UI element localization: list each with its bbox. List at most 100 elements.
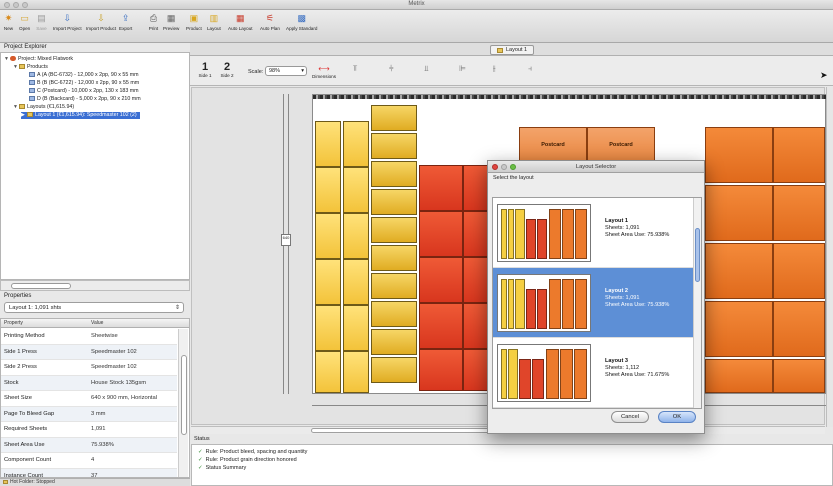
product-instance[interactable]: [315, 213, 341, 259]
product-instance[interactable]: [419, 349, 463, 391]
tree-product-item[interactable]: B (B (BC-6722) - 12,000 x 2pp, 90 x 55 m…: [29, 80, 139, 87]
scrollbar-thumb[interactable]: [11, 283, 71, 289]
cancel-button[interactable]: Cancel: [611, 411, 649, 423]
align-right-button[interactable]: ⫞: [528, 64, 532, 74]
side-2-button[interactable]: 2 Side 2: [219, 61, 235, 78]
product-instance[interactable]: [343, 351, 369, 393]
ok-button[interactable]: OK: [658, 411, 696, 423]
product-instance[interactable]: [419, 211, 463, 257]
product-instance[interactable]: [705, 243, 773, 299]
product-button[interactable]: ▣ Product: [186, 13, 202, 31]
product-instance[interactable]: [419, 303, 463, 349]
export-button[interactable]: ⇪ Export: [119, 13, 132, 31]
layout-button[interactable]: ▥ Layout: [207, 13, 221, 31]
table-row[interactable]: Required Sheets 1,091: [1, 422, 177, 438]
new-button[interactable]: ✷ New: [3, 13, 14, 31]
product-instance[interactable]: [371, 357, 417, 383]
product-instance[interactable]: [343, 259, 369, 305]
product-instance[interactable]: [343, 167, 369, 213]
product-instance[interactable]: [773, 127, 825, 183]
table-row[interactable]: Side 2 Press Speedmaster 102: [1, 360, 177, 376]
table-row[interactable]: Component Count 4: [1, 453, 177, 469]
layout-option-2[interactable]: Layout 2 Sheets: 1,091 Sheet Area Use: 75.…: [493, 268, 695, 338]
product-instance[interactable]: [705, 301, 773, 357]
tree-products[interactable]: ▼ Products: [13, 64, 48, 71]
scrollbar-thumb[interactable]: [181, 355, 187, 435]
product-instance[interactable]: [705, 185, 773, 241]
product-instance[interactable]: [773, 359, 825, 393]
product-instance[interactable]: [315, 351, 341, 393]
canvas-vertical-scrollbar[interactable]: [826, 87, 833, 427]
product-instance[interactable]: [371, 189, 417, 215]
scrollbar-thumb[interactable]: [695, 228, 700, 282]
layout-option-3[interactable]: Layout 3 Sheets: 1,112 Sheet Area Use: 71.…: [493, 338, 695, 408]
side-1-button[interactable]: 1 Side 1: [197, 61, 213, 78]
layout-option-1[interactable]: Layout 1 Sheets: 1,091 Sheet Area Use: 75.…: [493, 198, 695, 268]
align-left-button[interactable]: ⊫: [459, 64, 466, 74]
tree-product-item[interactable]: D (B (Backcard) - 5,000 x 2pp, 90 x 210 …: [29, 96, 141, 103]
align-middle-button[interactable]: ⫩: [389, 64, 394, 74]
product-instance[interactable]: [705, 127, 773, 183]
align-bottom-button[interactable]: ⫫: [424, 64, 429, 74]
apply-standard-button[interactable]: ▩ Apply Standard: [286, 13, 317, 31]
table-row[interactable]: Sheet Size 640 x 900 mm, Horizontal: [1, 391, 177, 407]
print-button[interactable]: ⎙ Print: [148, 13, 159, 31]
product-instance[interactable]: [419, 257, 463, 303]
product-instance[interactable]: [343, 121, 369, 167]
import-product-button[interactable]: ⇩ Import Product: [86, 13, 116, 31]
table-row[interactable]: Instance Count 37: [1, 468, 177, 477]
tree-project[interactable]: ▼ Project: Mixed Flatwork: [4, 56, 73, 63]
table-row[interactable]: Printing Method Sheetwise: [1, 329, 177, 345]
product-instance[interactable]: [371, 329, 417, 355]
product-instance[interactable]: [315, 259, 341, 305]
column-header-value[interactable]: Value: [91, 320, 103, 326]
product-instance[interactable]: [371, 245, 417, 271]
layout-list[interactable]: Layout 1 Sheets: 1,091 Sheet Area Use: 75.…: [492, 197, 702, 409]
tree-selected-layout[interactable]: ▶ Layout 1 (€1,615.94): Speedmaster 102 (…: [21, 112, 140, 119]
tab-layout-1[interactable]: Layout 1: [490, 45, 535, 55]
product-instance[interactable]: [315, 305, 341, 351]
explorer-horizontal-scrollbar[interactable]: [0, 280, 190, 291]
dialog-close-button[interactable]: [492, 164, 498, 170]
status-line: ✓ Rule: Product bleed, spacing and quanti…: [198, 449, 308, 455]
product-instance[interactable]: [773, 243, 825, 299]
import-project-button[interactable]: ⇩ Import Project: [53, 13, 82, 31]
align-center-button[interactable]: ⫲: [493, 64, 496, 74]
product-instance[interactable]: [419, 165, 463, 211]
dialog-zoom-button[interactable]: [510, 164, 516, 170]
table-row[interactable]: Side 1 Press Speedmaster 102: [1, 344, 177, 360]
tree-product-item[interactable]: C (Postcard) - 10,000 x 2pp, 130 x 183 m…: [29, 88, 139, 95]
product-instance[interactable]: [371, 105, 417, 131]
product-instance[interactable]: [371, 217, 417, 243]
layout-list-scrollbar[interactable]: [693, 198, 701, 408]
product-instance[interactable]: [315, 167, 341, 213]
product-instance[interactable]: [315, 121, 341, 167]
product-instance[interactable]: [343, 213, 369, 259]
table-row[interactable]: Page To Bleed Gap 3 mm: [1, 406, 177, 422]
project-explorer-tree[interactable]: ▼ Project: Mixed Flatwork ▼ Products A (A …: [0, 52, 190, 280]
auto-layout-button[interactable]: ▦ Auto Layout: [228, 13, 253, 31]
column-header-property[interactable]: Property: [4, 320, 23, 326]
product-instance[interactable]: [773, 185, 825, 241]
save-button[interactable]: ▤ Save: [36, 13, 47, 31]
tree-layouts[interactable]: ▼ Layouts (€1,615.94): [13, 104, 74, 111]
product-instance[interactable]: [371, 161, 417, 187]
scale-select[interactable]: 98% ▾: [265, 66, 307, 76]
layout-properties-select[interactable]: Layout 1: 1,091 shts ⇕: [4, 302, 184, 313]
table-row[interactable]: Stock House Stock 135gsm: [1, 375, 177, 391]
auto-plan-button[interactable]: ⚟ Auto Plan: [260, 13, 280, 31]
align-top-button[interactable]: ⫪: [353, 64, 358, 74]
open-button[interactable]: ▭ Open: [19, 13, 30, 31]
product-instance[interactable]: [705, 359, 773, 393]
tree-product-item[interactable]: A (A (BC-6732) - 12,000 x 2pp, 90 x 55 m…: [29, 72, 139, 79]
dialog-minimize-button[interactable]: [501, 164, 507, 170]
dimensions-button[interactable]: ⟷ Dimensions: [312, 64, 336, 79]
product-instance[interactable]: [343, 305, 369, 351]
product-instance[interactable]: [371, 133, 417, 159]
product-instance[interactable]: [371, 273, 417, 299]
preview-button[interactable]: ▦ Preview: [163, 13, 179, 31]
product-instance[interactable]: [773, 301, 825, 357]
table-row[interactable]: Sheet Area Use 75.938%: [1, 437, 177, 453]
properties-vertical-scrollbar[interactable]: [178, 329, 188, 477]
product-instance[interactable]: [371, 301, 417, 327]
